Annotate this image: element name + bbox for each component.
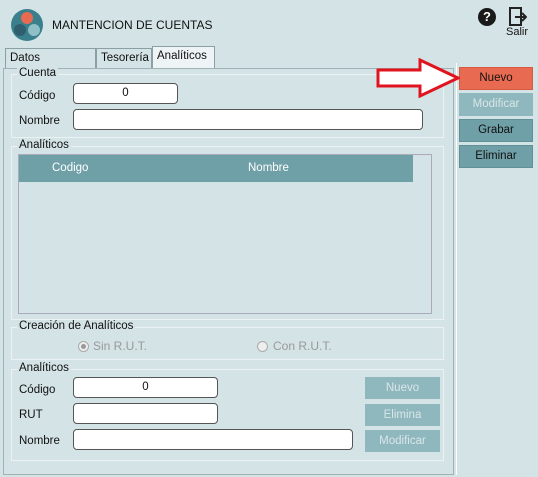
cuenta-nombre-input[interactable] <box>73 109 423 130</box>
eliminar-button[interactable]: Eliminar <box>459 145 533 168</box>
radio-sin-rut-label[interactable]: Sin R.U.T. <box>93 339 147 353</box>
cuenta-codigo-label: Código <box>19 90 56 102</box>
analitico-rut-label: RUT <box>19 409 43 421</box>
nuevo-button[interactable]: Nuevo <box>459 67 533 90</box>
analitico-nuevo-button[interactable]: Nuevo <box>365 377 440 399</box>
grid-column-nombre[interactable]: Nombre <box>248 162 289 174</box>
grabar-button[interactable]: Grabar <box>459 119 533 142</box>
app-logo-icon <box>11 9 43 41</box>
tab-datos-generales[interactable]: Datos Generales <box>5 48 96 83</box>
analitico-elimina-button[interactable]: Elimina <box>365 404 440 426</box>
help-icon[interactable]: ? <box>478 8 496 26</box>
analiticos-grid-label: Analíticos <box>17 139 71 151</box>
cuenta-codigo-input[interactable]: 0 <box>73 83 178 104</box>
radio-sin-rut[interactable] <box>78 341 89 352</box>
exit-label[interactable]: Salir <box>506 26 528 38</box>
analitico-form-label: Analíticos <box>17 362 71 374</box>
pointer-arrow-icon <box>376 58 460 98</box>
tab-tesoreria[interactable]: Tesorería <box>96 48 152 68</box>
analitico-codigo-input[interactable]: 0 <box>73 377 218 398</box>
cuenta-group-label: Cuenta <box>17 67 59 79</box>
creacion-group-label: Creación de Analíticos <box>17 320 136 332</box>
grid-column-codigo[interactable]: Codigo <box>52 162 88 174</box>
analitico-nombre-label: Nombre <box>19 435 60 447</box>
analitico-rut-input[interactable] <box>73 403 218 424</box>
exit-icon[interactable] <box>509 7 527 27</box>
radio-con-rut-label[interactable]: Con R.U.T. <box>273 339 332 353</box>
window-title: MANTENCION DE CUENTAS <box>52 18 213 32</box>
analitico-modificar-button[interactable]: Modificar <box>365 430 440 452</box>
modificar-button[interactable]: Modificar <box>459 93 533 116</box>
tab-analiticos[interactable]: Analíticos <box>152 46 215 69</box>
sidebar-divider <box>456 63 457 475</box>
radio-con-rut[interactable] <box>257 341 268 352</box>
cuenta-nombre-label: Nombre <box>19 115 60 127</box>
analitico-codigo-label: Código <box>19 384 56 396</box>
grid-header: Codigo Nombre <box>19 155 413 182</box>
analitico-nombre-input[interactable] <box>73 429 353 450</box>
